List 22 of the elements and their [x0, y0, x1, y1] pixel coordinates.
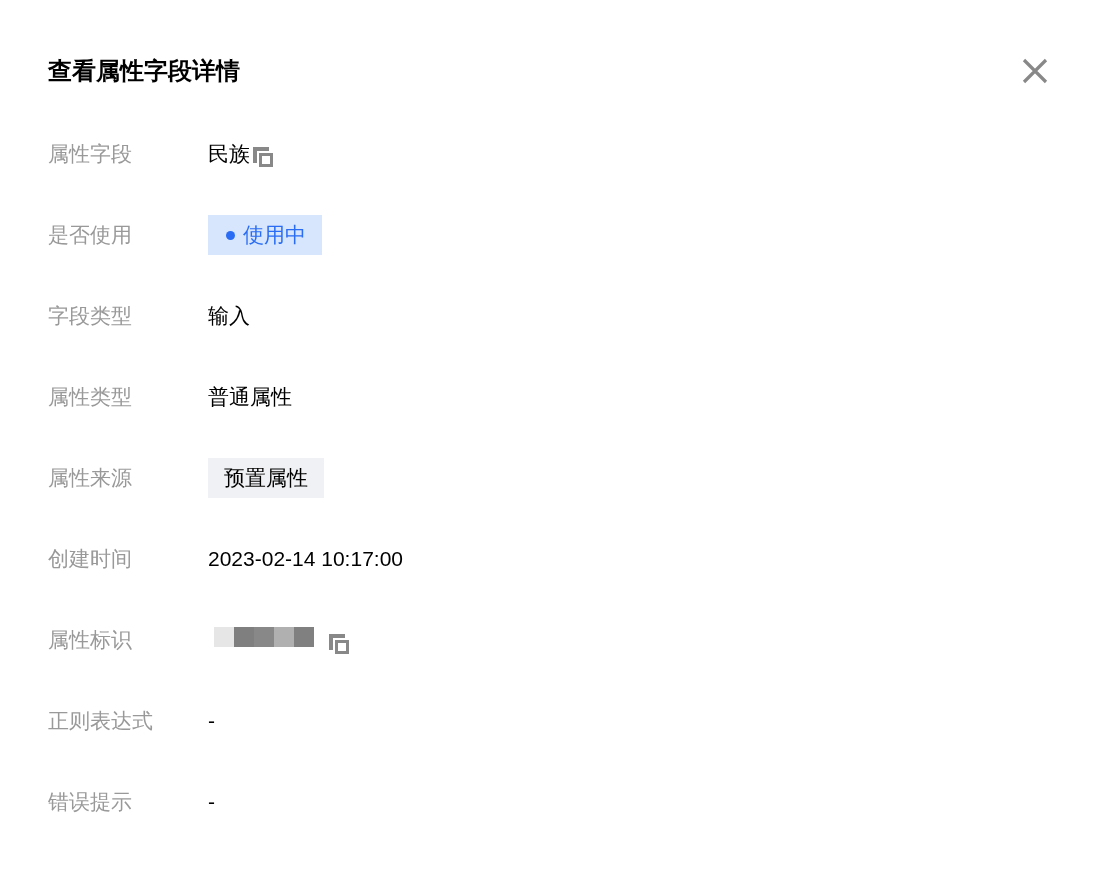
field-label: 创建时间 [48, 546, 133, 572]
field-value: - [208, 790, 215, 814]
field-label: 错误提示 [48, 789, 133, 815]
field-label: 字段类型 [48, 303, 133, 329]
field-label: 属性标识 [48, 627, 133, 653]
field-value: 2023-02-14 10:17:00 [208, 547, 403, 571]
dialog-title: 查看属性字段详情 [48, 56, 240, 86]
field-value: - [208, 709, 215, 733]
field-label: 正则表达式 [48, 708, 154, 734]
field-label: 属性来源 [48, 465, 133, 491]
field-label: 属性类型 [48, 384, 133, 410]
close-button[interactable] [1022, 58, 1048, 84]
status-badge: 使用中 [208, 215, 322, 255]
field-value: 普通属性 [208, 384, 292, 410]
copy-icon[interactable] [252, 146, 274, 168]
status-dot-icon [226, 230, 235, 240]
source-tag: 预置属性 [208, 458, 324, 498]
field-label: 是否使用 [48, 222, 133, 248]
field-value: 民族 [208, 141, 250, 167]
field-label: 属性字段 [48, 141, 133, 167]
field-value: 输入 [208, 303, 250, 329]
copy-icon[interactable] [328, 633, 350, 655]
